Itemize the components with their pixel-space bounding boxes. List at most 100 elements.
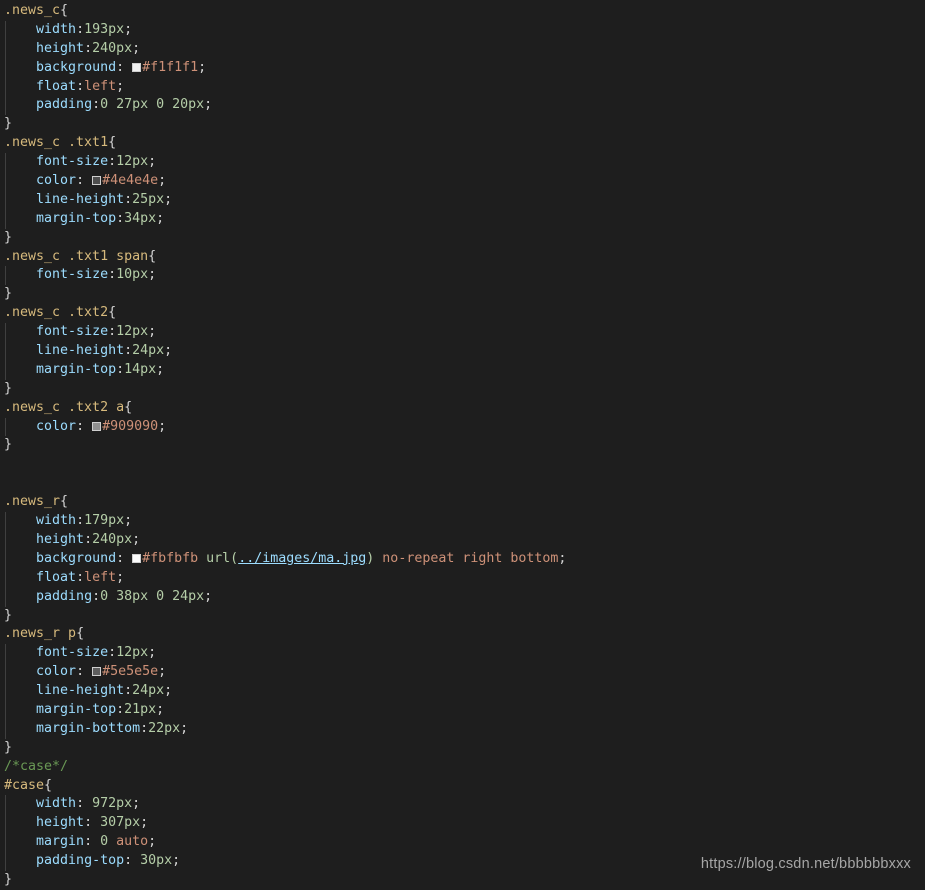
- code-line[interactable]: padding:0 27px 0 20px;: [0, 96, 925, 116]
- code-line[interactable]: font-size:12px;: [0, 323, 925, 342]
- code-line[interactable]: .news_c .txt1 span{: [0, 248, 925, 267]
- semicolon: ;: [148, 154, 157, 170]
- code-line[interactable]: .news_c{: [0, 2, 925, 21]
- css-property: margin-top: [36, 210, 117, 226]
- color-swatch-icon[interactable]: [132, 553, 142, 563]
- code-line[interactable]: float:left;: [0, 77, 925, 97]
- code-line[interactable]: font-size:10px;: [0, 266, 925, 286]
- code-line[interactable]: }: [0, 115, 925, 134]
- colon: :: [124, 343, 133, 359]
- colon: :: [108, 645, 117, 661]
- code-line-blank[interactable]: [0, 455, 925, 474]
- css-property: width: [36, 21, 77, 37]
- css-value: 0: [100, 834, 109, 850]
- css-value-keywords: no-repeat right bottom: [374, 550, 559, 566]
- css-value: 193px: [84, 21, 125, 37]
- code-line[interactable]: background: #fbfbfb url(../images/ma.jpg…: [0, 549, 925, 569]
- code-line[interactable]: line-height:25px;: [0, 190, 925, 210]
- semicolon: ;: [132, 796, 141, 812]
- code-line[interactable]: color: #5e5e5e;: [0, 663, 925, 682]
- code-line[interactable]: background: #f1f1f1;: [0, 58, 925, 78]
- css-property: background: [36, 550, 117, 566]
- css-value: #4e4e4e: [102, 173, 159, 189]
- color-swatch-icon[interactable]: [132, 62, 142, 72]
- css-value: 10px: [116, 267, 149, 283]
- url-function-open: url(: [198, 550, 239, 566]
- css-property: float: [36, 78, 77, 94]
- code-line[interactable]: font-size:12px;: [0, 644, 925, 664]
- code-line-blank[interactable]: [0, 474, 925, 493]
- color-swatch-icon[interactable]: [92, 421, 102, 431]
- code-line[interactable]: line-height:24px;: [0, 682, 925, 701]
- colon: :: [116, 550, 133, 566]
- image-path-link[interactable]: ../images/ma.jpg: [238, 551, 366, 566]
- semicolon: ;: [148, 645, 157, 661]
- code-line[interactable]: padding:0 38px 0 24px;: [0, 587, 925, 607]
- css-value: #5e5e5e: [102, 664, 159, 680]
- semicolon: ;: [172, 853, 181, 869]
- css-selector: .news_c .txt1: [4, 135, 109, 151]
- code-line[interactable]: width:193px;: [0, 20, 925, 40]
- code-line[interactable]: height:240px;: [0, 530, 925, 550]
- css-property: height: [36, 40, 85, 56]
- code-line[interactable]: }: [0, 607, 925, 626]
- code-line[interactable]: #case{: [0, 777, 925, 796]
- code-line[interactable]: width:179px;: [0, 512, 925, 531]
- code-line[interactable]: height: 307px;: [0, 814, 925, 834]
- color-swatch-icon[interactable]: [92, 667, 102, 677]
- code-line[interactable]: .news_c .txt2{: [0, 304, 925, 323]
- code-line[interactable]: margin-top:34px;: [0, 209, 925, 229]
- semicolon: ;: [180, 720, 189, 736]
- code-line[interactable]: height:240px;: [0, 39, 925, 59]
- code-line[interactable]: width: 972px;: [0, 795, 925, 815]
- code-line[interactable]: line-height:24px;: [0, 342, 925, 361]
- css-property: padding: [36, 588, 93, 604]
- semicolon: ;: [156, 361, 165, 377]
- css-property: background: [36, 59, 117, 75]
- semicolon: ;: [158, 664, 167, 680]
- brace-close: }: [4, 739, 13, 755]
- code-editor[interactable]: .news_c{ width:193px; height:240px; back…: [0, 0, 925, 887]
- code-line[interactable]: margin-bottom:22px;: [0, 719, 925, 739]
- code-line[interactable]: float:left;: [0, 568, 925, 588]
- code-line[interactable]: }: [0, 739, 925, 758]
- code-line[interactable]: color: #909090;: [0, 417, 925, 437]
- css-property: height: [36, 531, 85, 547]
- code-line[interactable]: margin-top:21px;: [0, 700, 925, 720]
- code-line[interactable]: color: #4e4e4e;: [0, 172, 925, 191]
- code-line[interactable]: margin-top:14px;: [0, 360, 925, 380]
- code-line[interactable]: .news_c .txt2 a{: [0, 399, 925, 418]
- watermark-url: https://blog.csdn.net/bbbbbbxxx: [700, 856, 911, 872]
- code-content[interactable]: .news_c{ width:193px; height:240px; back…: [0, 2, 925, 890]
- semicolon: ;: [156, 210, 165, 226]
- code-line[interactable]: .news_c .txt1{: [0, 134, 925, 153]
- semicolon: ;: [124, 513, 133, 529]
- code-line[interactable]: /*case*/: [0, 758, 925, 777]
- css-selector: .news_r p: [4, 626, 77, 642]
- code-line[interactable]: }: [0, 285, 925, 304]
- code-line[interactable]: }: [0, 380, 925, 399]
- brace-close: }: [4, 116, 13, 132]
- semicolon: ;: [116, 78, 125, 94]
- semicolon: ;: [132, 531, 141, 547]
- code-line[interactable]: margin: 0 auto;: [0, 833, 925, 852]
- colon: :: [76, 796, 93, 812]
- css-value: 30px: [140, 853, 173, 869]
- code-line[interactable]: }: [0, 871, 925, 890]
- code-line[interactable]: .news_r{: [0, 493, 925, 512]
- semicolon: ;: [204, 97, 213, 113]
- brace-close: }: [4, 437, 13, 453]
- brace-open: {: [108, 135, 117, 151]
- colon: :: [140, 720, 149, 736]
- css-selector: .news_c: [4, 3, 61, 18]
- css-comment: /*case*/: [4, 758, 69, 774]
- brace-close: }: [4, 871, 13, 887]
- css-value: 179px: [84, 513, 125, 529]
- code-line[interactable]: }: [0, 229, 925, 248]
- code-line[interactable]: }: [0, 436, 925, 455]
- code-line[interactable]: .news_r p{: [0, 625, 925, 644]
- color-swatch-icon[interactable]: [92, 176, 102, 186]
- code-line[interactable]: font-size:12px;: [0, 153, 925, 172]
- css-property: font-size: [36, 324, 109, 340]
- colon: :: [84, 834, 101, 850]
